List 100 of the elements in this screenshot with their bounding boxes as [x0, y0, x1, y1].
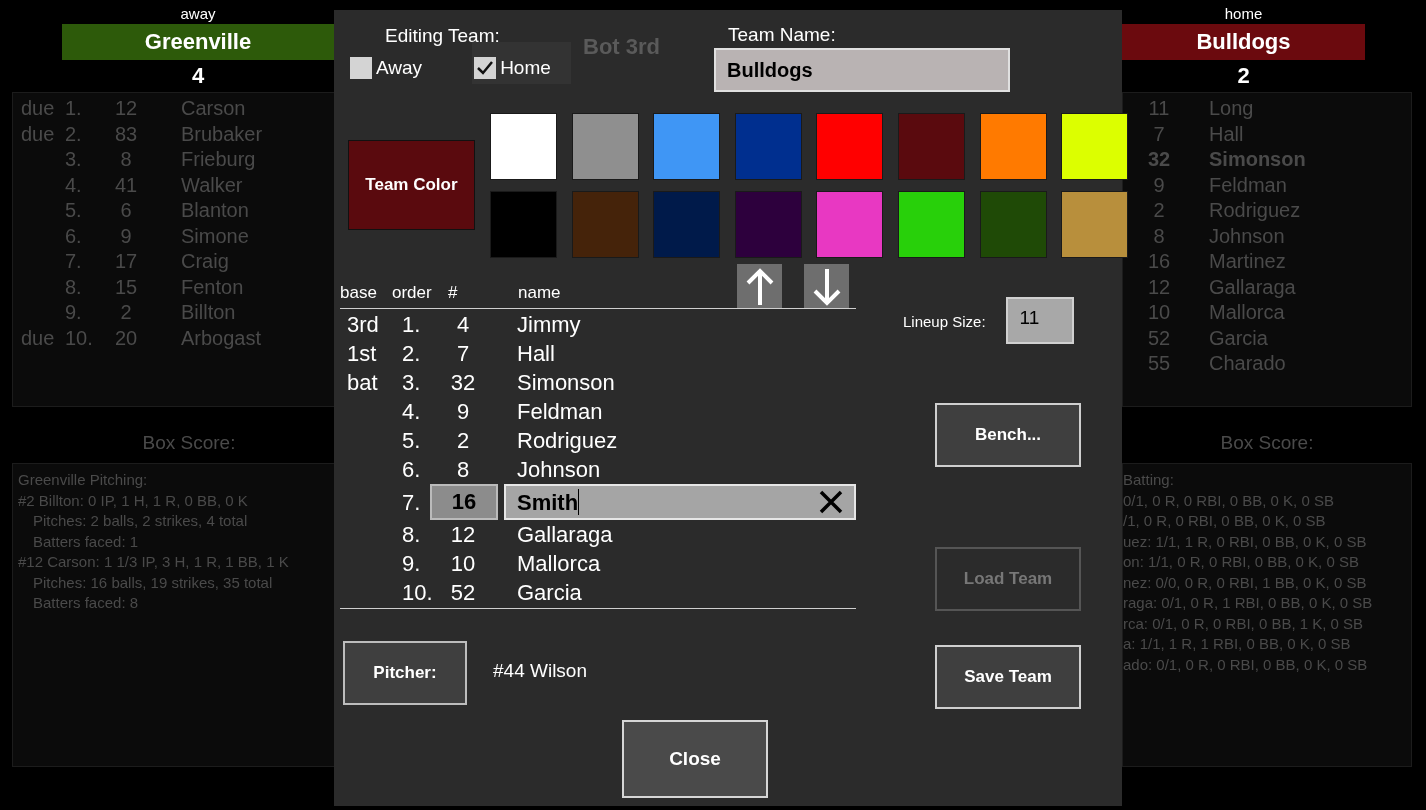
batting-line: rca: 0/1, 0 R, 0 RBI, 0 BB, 1 K, 0 SB [1123, 613, 1365, 634]
color-swatch[interactable] [653, 191, 721, 258]
jersey-number: 8 [119, 147, 133, 172]
lineup-base: 1st [346, 340, 378, 368]
box-score-heading: Batting: [1123, 470, 1175, 490]
arrow-up-icon [744, 267, 775, 306]
jersey-number: 10 [449, 550, 477, 578]
box-score-title: Box Score: [141, 431, 237, 455]
batting-order: 4. [402, 398, 422, 426]
color-swatch[interactable] [571, 113, 639, 180]
color-swatch[interactable] [734, 113, 802, 180]
team-color-button[interactable]: Team Color [348, 140, 475, 230]
batting-order: 6. [402, 456, 422, 484]
box-score-heading: Greenville Pitching: [18, 470, 149, 490]
batting-order: 1. [402, 311, 422, 339]
jersey-number-field[interactable]: 16 [430, 484, 498, 520]
lineup-base: 3rd [346, 311, 380, 339]
jersey-number: 7 [455, 340, 471, 368]
batting-order: 10. [65, 325, 94, 351]
pitching-detail: Pitches: 16 balls, 19 strikes, 35 total [32, 572, 274, 593]
player-name: Mallorca [1209, 300, 1285, 325]
jersey-number: 52 [449, 579, 477, 607]
team-name-field[interactable]: Bulldogs [714, 48, 1010, 92]
pitching-detail: Batters faced: 1 [32, 531, 140, 552]
close-button[interactable]: Close [622, 720, 768, 798]
player-name: Hall [517, 340, 555, 368]
player-name: Frieburg [181, 147, 256, 172]
batting-line: 0/1, 0 R, 0 RBI, 0 BB, 0 K, 0 SB [1123, 490, 1335, 511]
color-swatch[interactable] [898, 191, 966, 258]
pitcher-button[interactable]: Pitcher: [343, 641, 467, 705]
player-name: Garcia [517, 579, 582, 607]
lineup-base: bat [346, 369, 379, 397]
team-name-banner: Bulldogs [1122, 24, 1365, 60]
jersey-number: 2 [119, 300, 133, 325]
player-name: Walker [181, 172, 243, 198]
checkmark-icon [476, 59, 495, 77]
jersey-number: 8 [455, 456, 471, 484]
jersey-number: 9 [455, 398, 471, 426]
batting-order: 9. [65, 300, 83, 325]
arrow-down-icon [811, 267, 842, 306]
player-name: Brubaker [181, 121, 263, 147]
player-name: Long [1209, 96, 1254, 121]
batting-order: 2. [65, 121, 83, 147]
player-name: Charado [1209, 351, 1286, 376]
color-swatch[interactable] [979, 191, 1047, 258]
lineup-size-field[interactable]: 11 [1005, 297, 1074, 344]
color-swatch[interactable] [571, 191, 639, 258]
team-score: 2 [1236, 62, 1251, 90]
player-name: Jimmy [517, 311, 581, 339]
team-score: 4 [190, 62, 206, 90]
jersey-number: 16 [1146, 249, 1172, 274]
jersey-number: 12 [449, 521, 477, 549]
color-swatch[interactable] [898, 113, 966, 180]
color-swatch[interactable] [816, 113, 884, 180]
color-swatch[interactable] [1061, 113, 1129, 180]
batting-line: ado: 0/1, 0 R, 0 RBI, 0 BB, 0 K, 0 SB [1123, 654, 1369, 675]
player-name: Rodriguez [1209, 198, 1301, 223]
move-up-button[interactable] [737, 264, 782, 309]
player-name: Craig [181, 249, 229, 274]
color-swatch[interactable] [979, 113, 1047, 180]
batting-line: uez: 1/1, 1 R, 0 RBI, 0 BB, 0 K, 0 SB [1123, 531, 1368, 552]
batting-order: 7. [402, 488, 422, 517]
team-checkbox[interactable]: Home [472, 42, 571, 84]
team-side-label: home [1223, 4, 1264, 24]
save-team-button[interactable]: Save Team [935, 645, 1081, 709]
batting-order: 8. [65, 274, 83, 300]
player-name: Feldman [517, 398, 603, 426]
color-swatch[interactable] [489, 113, 557, 180]
jersey-number: 10 [1146, 300, 1172, 325]
jersey-number: 17 [113, 249, 139, 274]
batting-line: a: 1/1, 1 R, 1 RBI, 0 BB, 0 K, 0 SB [1123, 634, 1352, 654]
batting-line: /1, 0 R, 0 RBI, 0 BB, 0 K, 0 SB [1123, 511, 1327, 531]
pitcher-line: #12 Carson: 1 1/3 IP, 3 H, 1 R, 1 BB, 1 K [18, 552, 290, 572]
color-swatch[interactable] [653, 113, 721, 180]
column-header: name [518, 283, 561, 303]
bench-button[interactable]: Bench... [935, 403, 1081, 467]
player-name: Hall [1209, 121, 1244, 147]
color-swatch[interactable] [734, 191, 802, 258]
player-name: Carson [181, 96, 246, 121]
player-name: Rodriguez [517, 427, 618, 455]
player-name: Billton [181, 300, 236, 325]
jersey-number: 9 [119, 223, 133, 249]
batting-order: 5. [402, 427, 422, 455]
team-side-label: away [179, 4, 217, 24]
clear-icon[interactable] [819, 490, 843, 514]
color-swatch[interactable] [816, 191, 884, 258]
jersey-number: 15 [113, 274, 139, 300]
jersey-number: 8 [1152, 223, 1166, 249]
batting-line: on: 1/1, 0 R, 0 RBI, 0 BB, 0 K, 0 SB [1123, 552, 1360, 572]
jersey-number: 32 [449, 369, 477, 397]
move-down-button[interactable] [804, 264, 849, 309]
player-name: Simonson [517, 369, 615, 397]
box-score-title: Box Score: [1219, 431, 1315, 455]
player-name-field[interactable]: Smith [504, 484, 856, 520]
player-name: Feldman [1209, 172, 1287, 198]
color-swatch[interactable] [489, 191, 557, 258]
player-name: Johnson [1209, 223, 1285, 249]
color-swatch[interactable] [1061, 191, 1129, 258]
base-status: due [21, 121, 56, 147]
jersey-number: 6 [119, 198, 133, 223]
